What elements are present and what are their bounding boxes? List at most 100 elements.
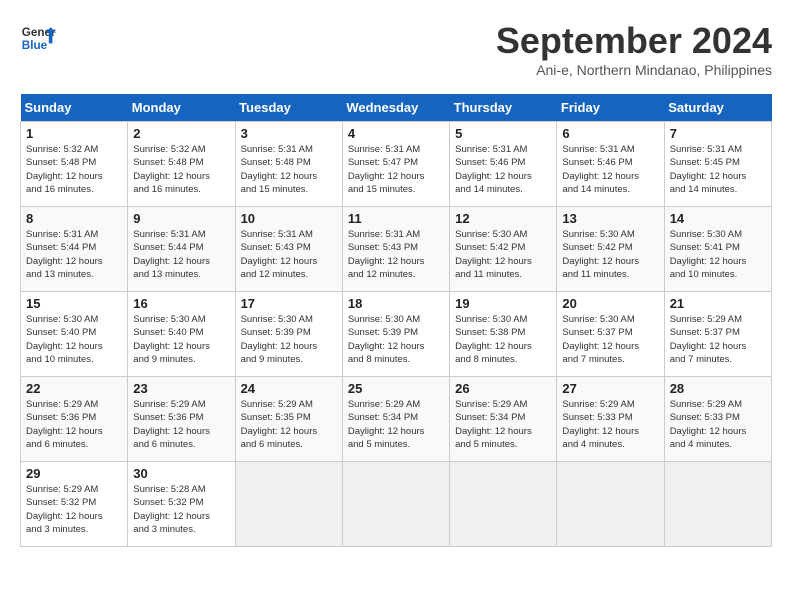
table-row [450, 462, 557, 547]
week-row-5: 29 Sunrise: 5:29 AM Sunset: 5:32 PM Dayli… [21, 462, 772, 547]
table-row: 23Sunrise: 5:29 AM Sunset: 5:36 PM Dayli… [128, 377, 235, 462]
day-info: Sunrise: 5:29 AM Sunset: 5:33 PM Dayligh… [670, 398, 766, 451]
table-row: 16 Sunrise: 5:30 AM Sunset: 5:40 PM Dayli… [128, 292, 235, 377]
day-number: 27 [562, 381, 658, 396]
day-info: Sunrise: 5:30 AM Sunset: 5:42 PM Dayligh… [455, 228, 551, 281]
table-row: 22 Sunrise: 5:29 AM Sunset: 5:36 PM Dayli… [21, 377, 128, 462]
table-row: 7 Sunrise: 5:31 AM Sunset: 5:45 PM Daylig… [664, 122, 771, 207]
day-number: 22 [26, 381, 122, 396]
header: General Blue September 2024 Ani-e, North… [20, 20, 772, 78]
day-number: 11 [348, 211, 444, 226]
title-section: September 2024 Ani-e, Northern Mindanao,… [496, 20, 772, 78]
logo-icon: General Blue [20, 20, 56, 56]
table-row: 20Sunrise: 5:30 AM Sunset: 5:37 PM Dayli… [557, 292, 664, 377]
day-info: Sunrise: 5:30 AM Sunset: 5:41 PM Dayligh… [670, 228, 766, 281]
table-row: 13Sunrise: 5:30 AM Sunset: 5:42 PM Dayli… [557, 207, 664, 292]
table-row: 3 Sunrise: 5:31 AM Sunset: 5:48 PM Daylig… [235, 122, 342, 207]
day-number: 29 [26, 466, 122, 481]
col-tuesday: Tuesday [235, 94, 342, 122]
week-row-3: 15 Sunrise: 5:30 AM Sunset: 5:40 PM Dayli… [21, 292, 772, 377]
day-number: 9 [133, 211, 229, 226]
day-number: 17 [241, 296, 337, 311]
day-info: Sunrise: 5:30 AM Sunset: 5:40 PM Dayligh… [133, 313, 229, 366]
table-row: 26 Sunrise: 5:29 AM Sunset: 5:34 PM Dayli… [450, 377, 557, 462]
calendar-table: Sunday Monday Tuesday Wednesday Thursday… [20, 94, 772, 547]
col-friday: Friday [557, 94, 664, 122]
col-saturday: Saturday [664, 94, 771, 122]
table-row [342, 462, 449, 547]
day-number: 14 [670, 211, 766, 226]
month-title: September 2024 [496, 20, 772, 62]
day-info: Sunrise: 5:29 AM Sunset: 5:32 PM Dayligh… [26, 483, 122, 536]
table-row: 19 Sunrise: 5:30 AM Sunset: 5:38 PM Dayli… [450, 292, 557, 377]
day-info: Sunrise: 5:31 AM Sunset: 5:43 PM Dayligh… [241, 228, 337, 281]
table-row: 11 Sunrise: 5:31 AM Sunset: 5:43 PM Dayli… [342, 207, 449, 292]
table-row: 17 Sunrise: 5:30 AM Sunset: 5:39 PM Dayli… [235, 292, 342, 377]
col-thursday: Thursday [450, 94, 557, 122]
table-row: 24 Sunrise: 5:29 AM Sunset: 5:35 PM Dayli… [235, 377, 342, 462]
day-number: 8 [26, 211, 122, 226]
day-info: Sunrise: 5:31 AM Sunset: 5:44 PM Dayligh… [26, 228, 122, 281]
day-number: 4 [348, 126, 444, 141]
table-row: 12Sunrise: 5:30 AM Sunset: 5:42 PM Dayli… [450, 207, 557, 292]
day-info: Sunrise: 5:31 AM Sunset: 5:47 PM Dayligh… [348, 143, 444, 196]
week-row-2: 8 Sunrise: 5:31 AM Sunset: 5:44 PM Daylig… [21, 207, 772, 292]
day-number: 7 [670, 126, 766, 141]
day-number: 20 [562, 296, 658, 311]
col-wednesday: Wednesday [342, 94, 449, 122]
day-number: 30 [133, 466, 229, 481]
day-number: 3 [241, 126, 337, 141]
day-number: 5 [455, 126, 551, 141]
day-info: Sunrise: 5:29 AM Sunset: 5:33 PM Dayligh… [562, 398, 658, 451]
day-info: Sunrise: 5:30 AM Sunset: 5:39 PM Dayligh… [241, 313, 337, 366]
day-number: 15 [26, 296, 122, 311]
day-number: 28 [670, 381, 766, 396]
day-number: 24 [241, 381, 337, 396]
day-number: 19 [455, 296, 551, 311]
table-row: 27 Sunrise: 5:29 AM Sunset: 5:33 PM Dayli… [557, 377, 664, 462]
table-row: 15 Sunrise: 5:30 AM Sunset: 5:40 PM Dayli… [21, 292, 128, 377]
day-number: 10 [241, 211, 337, 226]
day-info: Sunrise: 5:30 AM Sunset: 5:38 PM Dayligh… [455, 313, 551, 366]
day-info: Sunrise: 5:31 AM Sunset: 5:43 PM Dayligh… [348, 228, 444, 281]
day-number: 16 [133, 296, 229, 311]
day-info: Sunrise: 5:30 AM Sunset: 5:39 PM Dayligh… [348, 313, 444, 366]
day-info: Sunrise: 5:31 AM Sunset: 5:46 PM Dayligh… [562, 143, 658, 196]
day-number: 2 [133, 126, 229, 141]
day-number: 23 [133, 381, 229, 396]
day-info: Sunrise: 5:29 AM Sunset: 5:35 PM Dayligh… [241, 398, 337, 451]
table-row [235, 462, 342, 547]
col-sunday: Sunday [21, 94, 128, 122]
day-info: Sunrise: 5:28 AM Sunset: 5:32 PM Dayligh… [133, 483, 229, 536]
table-row: 8 Sunrise: 5:31 AM Sunset: 5:44 PM Daylig… [21, 207, 128, 292]
week-row-1: 1 Sunrise: 5:32 AM Sunset: 5:48 PM Daylig… [21, 122, 772, 207]
svg-text:Blue: Blue [22, 39, 48, 52]
day-number: 21 [670, 296, 766, 311]
table-row: 30 Sunrise: 5:28 AM Sunset: 5:32 PM Dayli… [128, 462, 235, 547]
day-info: Sunrise: 5:31 AM Sunset: 5:46 PM Dayligh… [455, 143, 551, 196]
day-number: 1 [26, 126, 122, 141]
day-info: Sunrise: 5:31 AM Sunset: 5:45 PM Dayligh… [670, 143, 766, 196]
table-row: 28 Sunrise: 5:29 AM Sunset: 5:33 PM Dayli… [664, 377, 771, 462]
day-info: Sunrise: 5:29 AM Sunset: 5:34 PM Dayligh… [455, 398, 551, 451]
logo: General Blue [20, 20, 56, 56]
table-row [664, 462, 771, 547]
day-number: 18 [348, 296, 444, 311]
day-info: Sunrise: 5:30 AM Sunset: 5:40 PM Dayligh… [26, 313, 122, 366]
table-row: 10 Sunrise: 5:31 AM Sunset: 5:43 PM Dayli… [235, 207, 342, 292]
day-number: 26 [455, 381, 551, 396]
day-info: Sunrise: 5:29 AM Sunset: 5:36 PM Dayligh… [26, 398, 122, 451]
table-row: 29 Sunrise: 5:29 AM Sunset: 5:32 PM Dayli… [21, 462, 128, 547]
table-row: 1Sunrise: 5:32 AM Sunset: 5:48 PM Daylig… [21, 122, 128, 207]
day-info: Sunrise: 5:31 AM Sunset: 5:44 PM Dayligh… [133, 228, 229, 281]
day-info: Sunrise: 5:32 AM Sunset: 5:48 PM Dayligh… [133, 143, 229, 196]
table-row: 6 Sunrise: 5:31 AM Sunset: 5:46 PM Daylig… [557, 122, 664, 207]
day-number: 6 [562, 126, 658, 141]
table-row: 25Sunrise: 5:29 AM Sunset: 5:34 PM Dayli… [342, 377, 449, 462]
table-row: 4 Sunrise: 5:31 AM Sunset: 5:47 PM Daylig… [342, 122, 449, 207]
day-info: Sunrise: 5:29 AM Sunset: 5:37 PM Dayligh… [670, 313, 766, 366]
table-row: 5 Sunrise: 5:31 AM Sunset: 5:46 PM Daylig… [450, 122, 557, 207]
table-row: 21 Sunrise: 5:29 AM Sunset: 5:37 PM Dayli… [664, 292, 771, 377]
day-info: Sunrise: 5:31 AM Sunset: 5:48 PM Dayligh… [241, 143, 337, 196]
day-info: Sunrise: 5:29 AM Sunset: 5:34 PM Dayligh… [348, 398, 444, 451]
